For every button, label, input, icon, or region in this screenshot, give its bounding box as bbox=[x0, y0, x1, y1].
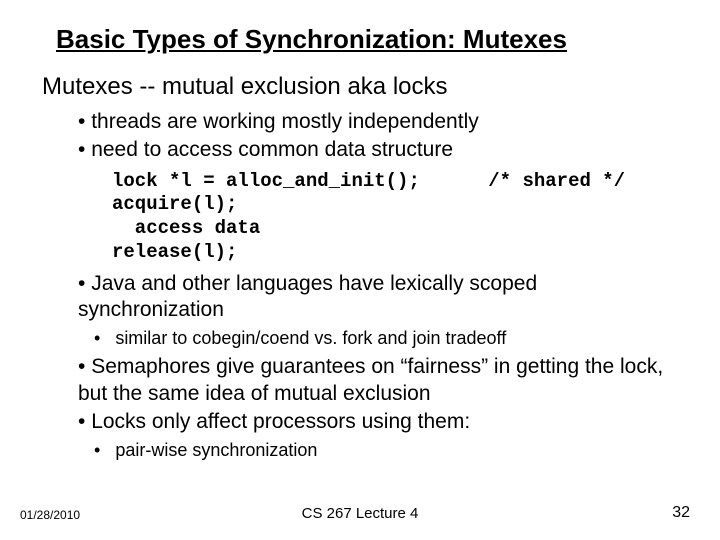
bullet-list-1: threads are working mostly independently… bbox=[78, 109, 678, 164]
bullet-list-3: Semaphores give guarantees on “fairness”… bbox=[78, 354, 678, 435]
sub-bullet-list-3: pair-wise synchronization bbox=[94, 439, 678, 462]
bullet-item: Semaphores give guarantees on “fairness”… bbox=[78, 354, 678, 407]
footer-date: 01/28/2010 bbox=[20, 508, 80, 522]
code-block: lock *l = alloc_and_init(); /* shared */… bbox=[112, 170, 678, 265]
footer-center: CS 267 Lecture 4 bbox=[302, 505, 419, 522]
bullet-item: threads are working mostly independently bbox=[78, 109, 678, 135]
bullet-item: Java and other languages have lexically … bbox=[78, 271, 678, 324]
sub-bullet-item: similar to cobegin/coend vs. fork and jo… bbox=[94, 327, 678, 350]
bullet-item: need to access common data structure bbox=[78, 137, 678, 163]
slide-title: Basic Types of Synchronization: Mutexes bbox=[56, 24, 678, 55]
sub-bullet-list-2: similar to cobegin/coend vs. fork and jo… bbox=[94, 327, 678, 350]
slide-subtitle: Mutexes -- mutual exclusion aka locks bbox=[42, 73, 678, 101]
bullet-item: Locks only affect processors using them: bbox=[78, 409, 678, 435]
sub-bullet-item: pair-wise synchronization bbox=[94, 439, 678, 462]
bullet-list-2: Java and other languages have lexically … bbox=[78, 271, 678, 324]
footer-page-number: 32 bbox=[672, 504, 690, 522]
